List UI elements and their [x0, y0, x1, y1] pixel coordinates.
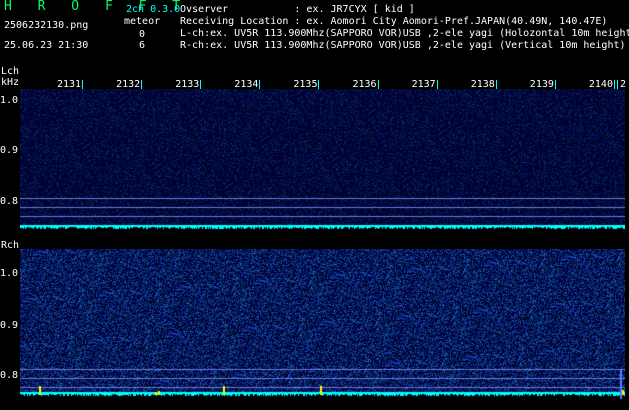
lch-spectrogram [20, 89, 625, 232]
file-datetime: 25.06.23 21:30 [4, 40, 89, 51]
meteor-rch-count: 6 [139, 40, 146, 51]
rch-label: Rch [1, 240, 20, 251]
lch-ytick-2: 0.9 [0, 145, 19, 156]
lch-ytick-1: 1.0 [0, 95, 19, 106]
file-name: 2506232130.png [4, 20, 89, 31]
observer-line: Ovserver : ex. JR7CYX [ kid ] [180, 4, 415, 15]
lch-ytick-3: 0.8 [0, 196, 19, 207]
rch-ytick-3: 0.8 [0, 370, 19, 381]
lch-unit: kHz [1, 77, 20, 88]
rch-ytick-1: 1.0 [0, 268, 19, 279]
rch-spectrogram [20, 249, 625, 401]
location-line: Receiving Location : ex. Aomori City Aom… [180, 16, 608, 27]
rch-info-line: R-ch:ex. UV5R 113.900Mhz(SAPPORO VOR)USB… [180, 40, 626, 51]
meteor-label: meteor [124, 16, 161, 27]
lch-info-line: L-ch:ex. UV5R 113.900Mhz(SAPPORO VOR)USB… [180, 28, 629, 39]
rch-ytick-2: 0.9 [0, 320, 19, 331]
app-version: 2ch 0.3.0 [126, 4, 181, 15]
